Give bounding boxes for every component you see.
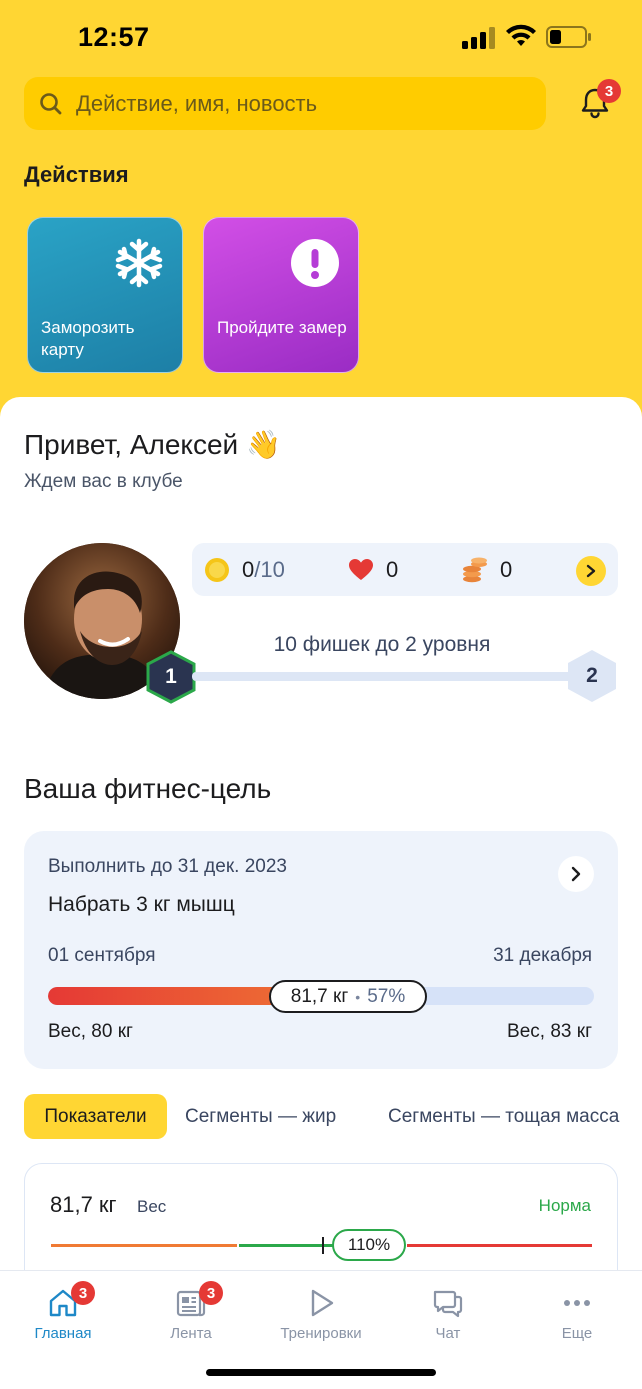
greeting-title: Привет, Алексей [24, 428, 239, 460]
goal-arrow-button[interactable] [558, 856, 594, 892]
greeting: Привет, Алексей 👋 [24, 428, 281, 461]
feed-badge: 3 [199, 1281, 223, 1305]
coins-stat: 0/10 [204, 543, 285, 596]
tabbar-feed-label: Лента [170, 1325, 212, 1342]
goal-current-pill: 81,7 кг • 57% [269, 980, 427, 1013]
goal-card[interactable]: Выполнить до 31 дек. 2023 Набрать 3 кг м… [24, 831, 618, 1069]
goal-deadline: Выполнить до 31 дек. 2023 [48, 856, 287, 877]
coin-stack-value: 0 [500, 556, 513, 582]
battery-icon [546, 26, 591, 48]
range-high-segment [407, 1244, 592, 1247]
actions-title: Действия [24, 162, 129, 187]
tabbar-more-label: Еще [561, 1325, 593, 1342]
tabbar-workouts-label: Тренировки [280, 1325, 362, 1342]
goal-percent: 57% [367, 985, 406, 1007]
status-bar: 12:57 [0, 0, 642, 76]
tab-indicators[interactable]: Показатели [24, 1094, 167, 1139]
separator-dot: • [355, 988, 361, 1005]
tab-fat-segments[interactable]: Сегменты — жир [185, 1094, 336, 1139]
measurement-tile[interactable]: Пройдите замер [203, 217, 359, 373]
goal-start-date: 01 сентября [48, 945, 156, 966]
goal-name: Набрать 3 кг мышц [48, 893, 235, 916]
more-icon [564, 1300, 590, 1306]
status-time: 12:57 [78, 22, 150, 52]
metric-status: Норма [538, 1196, 591, 1215]
current-level: 1 [165, 665, 177, 688]
tabbar-chat-label: Чат [435, 1325, 461, 1342]
tabbar-home[interactable]: Главная [8, 1287, 118, 1347]
wifi-icon [506, 24, 536, 46]
home-indicator [206, 1369, 436, 1376]
tabbar-feed[interactable]: Лента [136, 1287, 246, 1347]
goal-start-weight: Вес, 80 кг [48, 1021, 133, 1042]
goal-end-weight: Вес, 83 кг [507, 1021, 592, 1042]
metric-value: 81,7 кг [50, 1192, 117, 1217]
exclamation-icon [291, 239, 339, 287]
range-low-segment [51, 1244, 237, 1247]
hearts-stat: 0 [348, 543, 398, 596]
coins-value: 0 [242, 556, 255, 582]
chevron-right-icon [586, 564, 596, 578]
tab-lean-mass-segments[interactable]: Сегменты — тощая масса [388, 1094, 619, 1139]
freeze-card-label: Заморозить карту [41, 318, 135, 359]
hearts-value: 0 [386, 556, 399, 582]
chevron-right-icon [571, 866, 581, 882]
coin-icon [205, 557, 229, 582]
search-placeholder: Действие, имя, новость [76, 90, 318, 116]
metric-label: Вес [137, 1197, 167, 1216]
coins-max: /10 [254, 556, 285, 582]
waving-hand-emoji: 👋 [246, 429, 282, 460]
next-level: 2 [586, 664, 598, 687]
level-progress-text: 10 фишек до 2 уровня [273, 633, 491, 656]
tabbar-chat[interactable]: Чат [393, 1287, 503, 1347]
rewards-arrow-button[interactable] [576, 556, 606, 586]
coin-stack-icon [463, 557, 487, 582]
chat-icon [433, 1290, 463, 1318]
measurement-label: Пройдите замер [217, 318, 347, 337]
greeting-subtitle: Ждем вас в клубе [24, 471, 183, 492]
metric-marker [322, 1237, 324, 1254]
search-bar[interactable]: Действие, имя, новость [24, 77, 546, 130]
notification-badge: 3 [597, 79, 621, 103]
heart-icon [349, 558, 373, 580]
tabbar-more[interactable]: Еще [522, 1287, 632, 1347]
home-badge: 3 [71, 1281, 95, 1305]
cellular-signal-icon [462, 27, 495, 49]
goal-section-title: Ваша фитнес-цель [24, 773, 272, 804]
coin-stack-stat: 0 [462, 543, 512, 596]
tabbar-home-label: Главная [34, 1325, 92, 1342]
freeze-card-tile[interactable]: Заморозить карту [27, 217, 183, 373]
goal-current-weight: 81,7 кг [290, 985, 349, 1007]
search-icon [40, 92, 62, 114]
goal-end-date: 31 декабря [493, 945, 592, 966]
level-progress-bar [192, 672, 574, 681]
play-icon [311, 1289, 334, 1317]
snowflake-icon [115, 238, 163, 288]
metric-percent: 110% [332, 1229, 406, 1261]
rewards-panel[interactable]: 0/10 0 0 [192, 543, 618, 596]
tabbar-workouts[interactable]: Тренировки [266, 1287, 376, 1347]
